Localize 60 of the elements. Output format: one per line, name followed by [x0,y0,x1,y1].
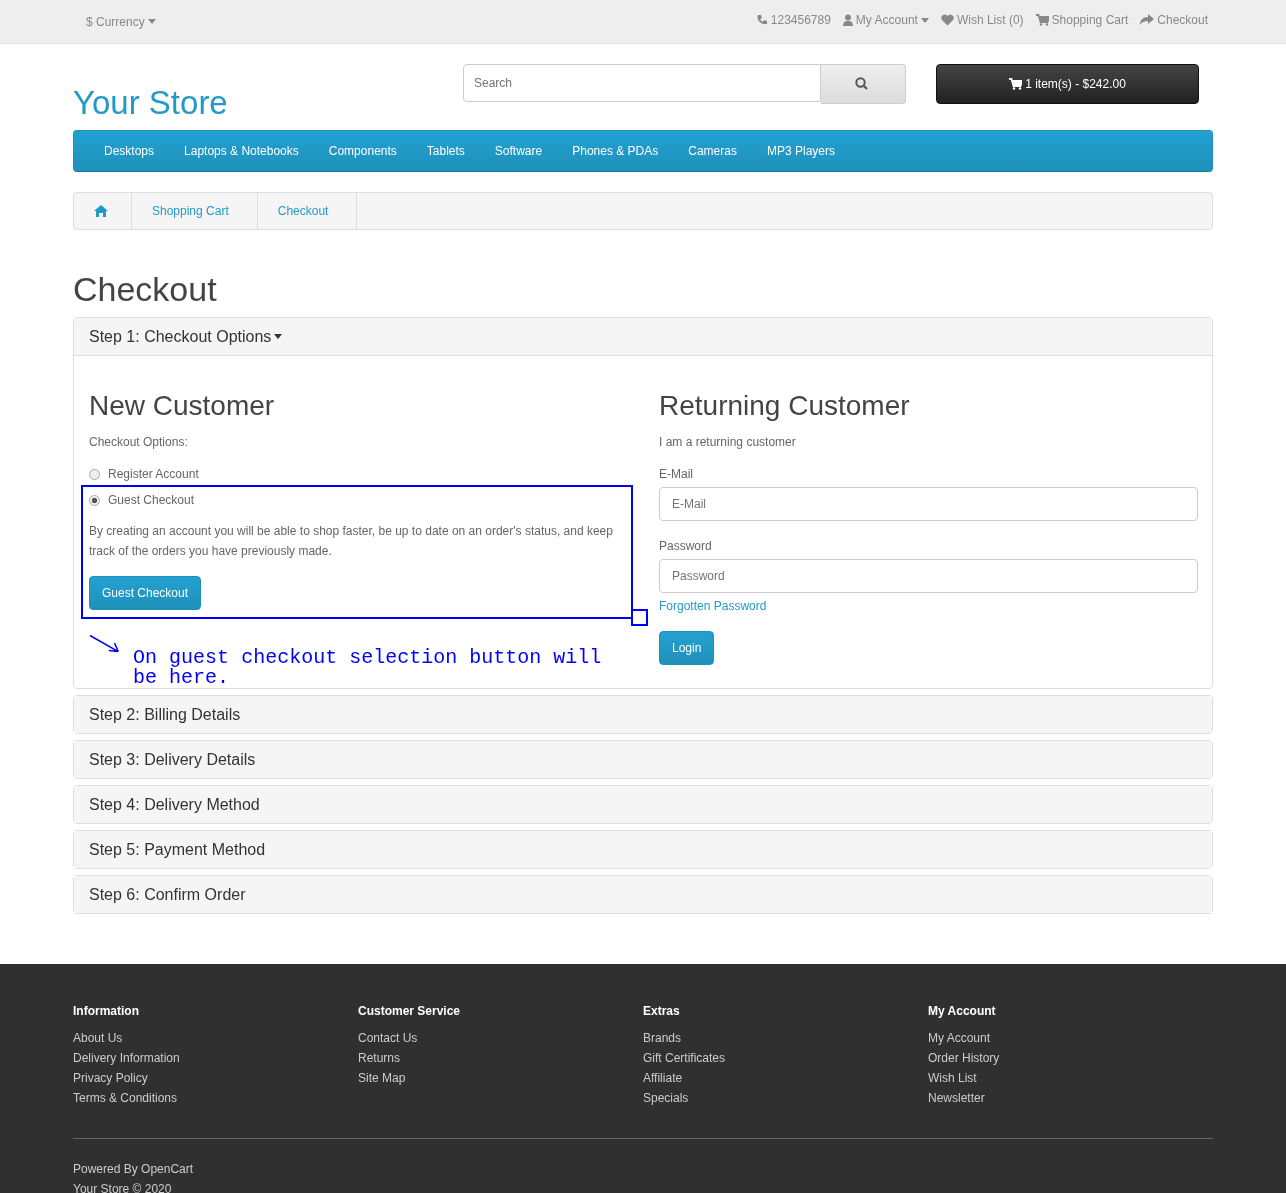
footer-link[interactable]: Order History [928,1048,1213,1068]
step-heading[interactable]: Step 2: Billing Details [89,705,241,724]
user-icon [842,14,853,26]
section-heading: Returning Customer [659,390,911,422]
step-heading[interactable]: Step 5: Payment Method [89,840,266,859]
radio-option[interactable]: Guest Checkout [89,493,195,507]
step-heading[interactable]: Step 1: Checkout Options [89,327,283,346]
step-heading[interactable]: Step 4: Delivery Method [89,795,260,814]
caret-icon [274,334,283,339]
footer-link[interactable]: My Account [928,1028,1213,1048]
opencart-link[interactable]: OpenCart [141,1162,194,1176]
home-icon [94,205,108,217]
heart-icon [940,14,954,26]
step-heading[interactable]: Step 3: Delivery Details [89,750,256,769]
footer-link[interactable]: Specials [643,1088,928,1108]
field-label: Password [659,539,713,553]
footer-link[interactable]: Gift Certificates [643,1048,928,1068]
footer-link[interactable]: Wish List [928,1068,1213,1088]
radio-option[interactable]: Register Account [89,467,199,481]
caret-icon [920,17,929,23]
footer-link[interactable]: Delivery Information [73,1048,358,1068]
annotation-text: On guest checkout selection button will be here. [133,648,603,688]
options-label: Checkout Options: [89,434,189,451]
step-heading[interactable]: Step 6: Confirm Order [89,885,246,904]
page-title: Checkout [73,270,218,309]
annotation-handle [631,609,648,626]
footer-link[interactable]: About Us [73,1028,358,1048]
footer-link[interactable]: Terms & Conditions [73,1088,358,1108]
arrow-icon [89,634,122,654]
footer-heading: Customer Service [358,1004,462,1018]
field-label: E-Mail [659,467,694,481]
powered-by-text: Powered By [73,1162,139,1176]
email-field[interactable]: E-Mail [659,487,1198,521]
footer-heading: Information [73,1004,140,1018]
footer-link[interactable]: Affiliate [643,1068,928,1088]
footer-heading: Extras [643,1004,681,1018]
radio-button[interactable] [89,494,100,506]
footer-link[interactable]: Returns [358,1048,643,1068]
footer-heading: My Account [928,1004,997,1018]
footer-link[interactable]: Newsletter [928,1088,1213,1108]
search-button[interactable] [821,64,906,104]
footer-link[interactable]: Contact Us [358,1028,643,1048]
copyright-text: Your Store © 2020 [73,1181,173,1193]
section-heading: New Customer [89,390,276,422]
intro-text: I am a returning customer [659,434,797,451]
share-arrow-icon [1140,14,1155,26]
footer-link[interactable]: Privacy Policy [73,1068,358,1088]
cart-icon [1009,78,1023,90]
cart-icon [1035,14,1049,26]
radio-button[interactable] [89,468,100,480]
password-field[interactable]: Password [659,559,1198,593]
search-field[interactable]: Search [463,64,821,102]
footer-link[interactable]: Brands [643,1028,928,1048]
caret-icon [147,19,156,24]
description-text: By creating an account you will be able to shop faster, be up to date on an order's status, and keep track of the orders you have previously made. [89,523,614,560]
search-icon [855,76,868,90]
footer-link[interactable]: Site Map [358,1068,643,1088]
phone-icon [755,14,768,26]
phone-number: 123456789 [770,13,831,27]
cart-button[interactable]: 1 item(s) - $242.00 [936,64,1199,104]
